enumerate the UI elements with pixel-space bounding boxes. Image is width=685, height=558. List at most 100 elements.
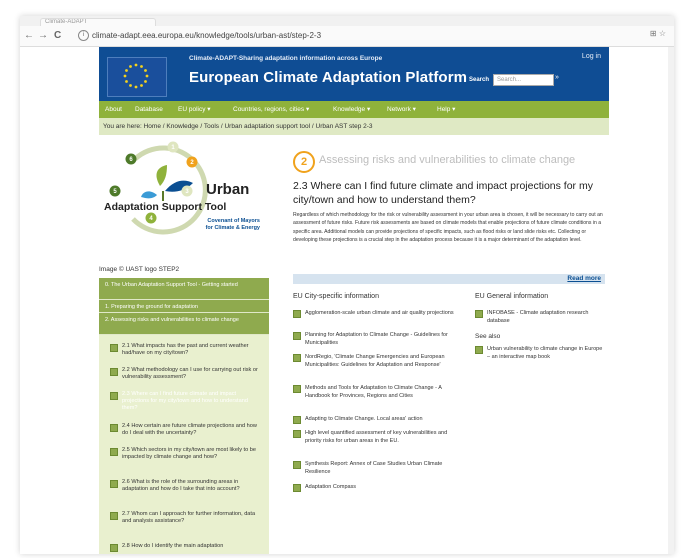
substep-2-7[interactable]: 2.7 Whom can I approach for further info… [110, 511, 260, 525]
breadcrumb-uast[interactable]: Urban adaptation support tool [224, 123, 310, 130]
logo-covenant: Covenant of Mayors for Climate & Energy [188, 218, 260, 231]
eu-city-link-2-label: Planning for Adaptation to Climate Chang… [305, 332, 448, 346]
breadcrumb-prefix: You are here: [103, 123, 142, 130]
menu-countries[interactable]: Countries, regions, cities ▾ [233, 101, 309, 118]
eu-city-link-6[interactable]: High level quantified assessment of key … [293, 429, 463, 445]
bullet-icon [475, 310, 483, 318]
sidebar-step-2[interactable]: 2. Assessing risks and vulnerabilities t… [99, 313, 269, 335]
eu-general-heading: EU General information [475, 293, 549, 300]
sidebar-step-1[interactable]: 1. Preparing the ground for adaptation [99, 300, 269, 313]
substep-2-4-label: 2.4 How certain are future climate proje… [122, 423, 257, 436]
info-icon[interactable]: i [78, 30, 89, 42]
bullet-icon [293, 385, 301, 393]
substep-2-3[interactable]: 2.3 Where can I find future climate and … [110, 391, 260, 412]
breadcrumb-tools[interactable]: Tools [204, 123, 219, 130]
menu-network[interactable]: Network ▾ [387, 101, 416, 118]
eu-city-link-5-label: Adapting to Climate Change. Local areas'… [305, 416, 423, 422]
see-also-link-1[interactable]: Urban vulnerability to climate change in… [475, 345, 605, 361]
forward-icon[interactable]: → [38, 29, 48, 43]
eu-city-link-2[interactable]: Planning for Adaptation to Climate Chang… [293, 331, 463, 347]
eu-city-link-3[interactable]: NordRegio, 'Climate Change Emergencies a… [293, 353, 463, 369]
eu-city-link-7[interactable]: Synthesis Report: Annex of Case Studies … [293, 460, 463, 476]
substep-2-8-label: 2.8 How do I identify the main adaptatio… [122, 543, 224, 549]
eu-city-link-5[interactable]: Adapting to Climate Change. Local areas'… [293, 415, 463, 424]
substep-2-1-label: 2.1 What impacts has the past and curren… [122, 343, 249, 356]
main-menu: About Database EU policy ▾ Countries, re… [99, 101, 609, 118]
eu-flag-logo[interactable] [107, 57, 167, 97]
bullet-icon [110, 392, 118, 400]
bullet-icon [110, 424, 118, 432]
search-label: Search [469, 77, 490, 83]
menu-about[interactable]: About [105, 101, 122, 118]
sidebar-step-0-label: 0. The Urban Adaptation Support Tool - G… [105, 282, 238, 288]
substep-2-2[interactable]: 2.2 What methodology can I use for carry… [110, 367, 260, 381]
url-field[interactable]: i climate-adapt.eea.europa.eu/knowledge/t… [78, 29, 638, 43]
eu-city-link-7-label: Synthesis Report: Annex of Case Studies … [305, 461, 443, 475]
eu-general-link-1-label: INFOBASE - Climate adaptation research d… [487, 310, 589, 324]
substep-2-5-label: 2.5 Which sectors in my city/town are mo… [122, 447, 256, 460]
bullet-icon [110, 544, 118, 552]
substep-2-7-label: 2.7 Whom can I approach for further info… [122, 511, 256, 524]
uast-logo: 1 2 3 4 5 6 Urban Adaptation Support Too… [104, 139, 260, 264]
breadcrumb: You are here: Home / Knowledge / Tools /… [99, 118, 609, 135]
logo-adaptation: Adaptation Support Tool [104, 201, 227, 213]
reload-icon[interactable]: C [54, 29, 61, 43]
breadcrumb-trail: You are here: Home / Knowledge / Tools /… [103, 123, 373, 130]
bullet-icon [293, 461, 301, 469]
read-more-link[interactable]: Read more [567, 274, 601, 284]
bullet-icon [110, 368, 118, 376]
tab-strip: Climate-ADAPT [20, 16, 674, 27]
menu-eu-policy[interactable]: EU policy ▾ [178, 101, 211, 118]
sidebar-step-1-label: 1. Preparing the ground for adaptation [105, 304, 198, 310]
step-title: Assessing risks and vulnerabilities to c… [319, 154, 576, 166]
eu-city-heading: EU City-specific information [293, 293, 379, 300]
search-input[interactable]: Search... [493, 74, 554, 86]
search-button[interactable]: » [555, 74, 559, 81]
toolbar-icons[interactable]: ⊞ ☆ [650, 29, 666, 38]
site-title[interactable]: European Climate Adaptation Platform [189, 69, 467, 86]
breadcrumb-current: Urban AST step 2-3 [315, 123, 373, 130]
substep-2-4[interactable]: 2.4 How certain are future climate proje… [110, 423, 260, 437]
substep-2-3-label: 2.3 Where can I find future climate and … [122, 391, 248, 411]
sidebar-step-0[interactable]: 0. The Urban Adaptation Support Tool - G… [99, 278, 269, 300]
bullet-icon [110, 480, 118, 488]
bullet-icon [293, 354, 301, 362]
bullet-icon [293, 310, 301, 318]
bullet-icon [293, 416, 301, 424]
bullet-icon [110, 344, 118, 352]
address-bar: ← → C i climate-adapt.eea.europa.eu/knowl… [20, 26, 674, 47]
bullet-icon [110, 512, 118, 520]
substep-2-1[interactable]: 2.1 What impacts has the past and curren… [110, 343, 260, 357]
step-number-badge: 2 [293, 151, 315, 173]
eu-city-link-3-label: NordRegio, 'Climate Change Emergencies a… [305, 354, 445, 368]
menu-knowledge[interactable]: Knowledge ▾ [333, 101, 370, 118]
sidebar-step-2-label: 2. Assessing risks and vulnerabilities t… [105, 317, 239, 323]
eu-city-link-1[interactable]: Agglomeration-scale urban climate and ai… [293, 309, 463, 318]
see-also-link-1-label: Urban vulnerability to climate change in… [487, 346, 603, 360]
read-more-bar: Read more [293, 274, 605, 284]
breadcrumb-knowledge[interactable]: Knowledge [166, 123, 198, 130]
bullet-icon [293, 430, 301, 438]
eu-general-link-1[interactable]: INFOBASE - Climate adaptation research d… [475, 309, 605, 325]
eu-city-link-8[interactable]: Adaptation Compass [293, 483, 463, 492]
site-tagline: Climate-ADAPT-Sharing adaptation informa… [189, 55, 383, 62]
page-scrollbar[interactable] [668, 47, 674, 554]
page-title: 2.3 Where can I find future climate and … [293, 180, 593, 206]
substep-2-6[interactable]: 2.6 What is the role of the surrounding … [110, 479, 260, 493]
login-link[interactable]: Log in [582, 53, 601, 60]
substep-2-8[interactable]: 2.8 How do I identify the main adaptatio… [110, 543, 260, 552]
browser-window: Climate-ADAPT ← → C i climate-adapt.eea.e… [20, 16, 674, 554]
back-icon[interactable]: ← [24, 29, 34, 43]
menu-database[interactable]: Database [135, 101, 163, 118]
sidebar-substeps: 2.1 What impacts has the past and curren… [99, 335, 269, 554]
menu-help[interactable]: Help ▾ [437, 101, 455, 118]
substep-2-5[interactable]: 2.5 Which sectors in my city/town are mo… [110, 447, 260, 461]
bullet-icon [475, 346, 483, 354]
site-header: Climate-ADAPT-Sharing adaptation informa… [99, 47, 609, 101]
breadcrumb-home[interactable]: Home [144, 123, 161, 130]
site: Climate-ADAPT-Sharing adaptation informa… [99, 47, 609, 554]
image-caption: Image © UAST logo STEP2 [99, 266, 180, 273]
url-text: climate-adapt.eea.europa.eu/knowledge/to… [92, 31, 322, 40]
eu-city-link-4[interactable]: Methods and Tools for Adaptation to Clim… [293, 384, 463, 400]
eu-city-link-6-label: High level quantified assessment of key … [305, 430, 448, 444]
